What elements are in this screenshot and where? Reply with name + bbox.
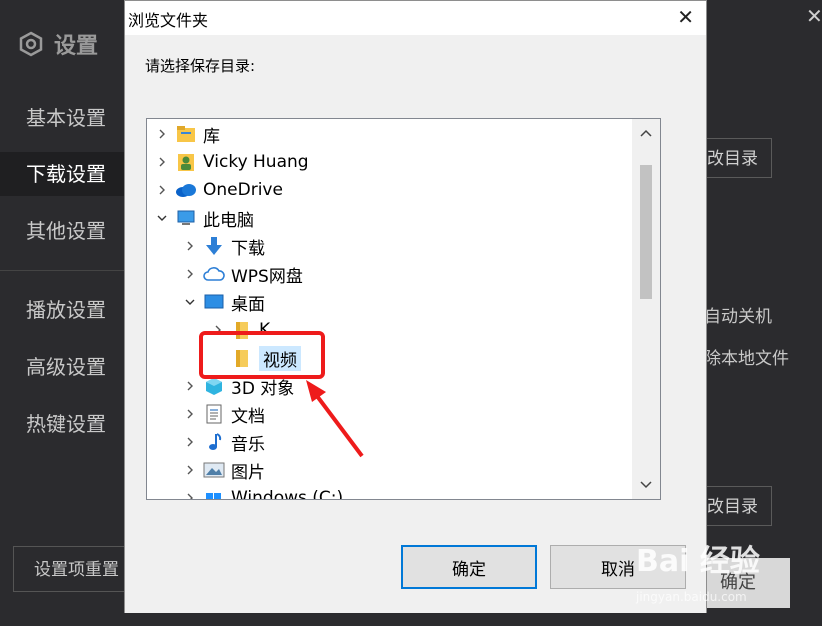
tree-item-label: 音乐 [231,434,265,455]
menu-item-hotkey[interactable]: 热键设置 [0,402,124,446]
menu-item-advanced[interactable]: 高级设置 [0,345,124,389]
menu-label: 其他设置 [26,219,106,243]
auto-shutdown-label: 自动关机 [704,307,772,327]
browse-folder-dialog: 浏览文件夹 ✕ 请选择保存目录: 库 Vicky Huang OneDrive [124,0,707,613]
tree-item-pictures[interactable]: 图片 [183,457,265,483]
chevron-right-icon[interactable] [183,435,197,449]
watermark-logo: Bai 经验 [636,544,760,579]
chevron-right-icon[interactable] [183,407,197,421]
tree-item-label: 文档 [231,406,265,427]
annotation-arrow-icon [306,380,364,458]
computer-icon [175,208,197,228]
scroll-up-icon[interactable] [632,119,660,147]
desktop-icon [203,292,225,312]
tree-item-label: 库 [203,126,220,147]
tree-item-label: 图片 [231,462,265,483]
cloud-icon [175,180,197,200]
picture-icon [203,460,225,480]
menu-item-download[interactable]: 下载设置 [0,152,124,196]
download-icon [203,236,225,256]
menu-item-basic[interactable]: 基本设置 [0,96,124,140]
tree-item-this-pc[interactable]: 此电脑 [155,205,254,231]
dialog-body: 请选择保存目录: 库 Vicky Huang OneDrive 此电脑 下载 W… [125,35,706,613]
dialog-prompt: 请选择保存目录: [145,57,256,75]
document-icon [203,404,225,424]
app-close-icon[interactable]: ✕ [806,6,822,26]
drive-icon [203,488,225,499]
chevron-right-icon[interactable] [183,267,197,281]
chevron-down-icon[interactable] [155,211,169,225]
tree-item-user[interactable]: Vicky Huang [155,149,309,175]
menu-label: 下载设置 [26,162,106,186]
tree-item-downloads[interactable]: 下载 [183,233,265,259]
chevron-right-icon[interactable] [155,183,169,197]
chevron-right-icon[interactable] [183,239,197,253]
tree-item-label: 下载 [231,238,265,259]
watermark-url: jingyan.baidu.com [636,590,747,604]
tree-item-music[interactable]: 音乐 [183,429,265,455]
folder-tree[interactable]: 库 Vicky Huang OneDrive 此电脑 下载 WPS网盘 桌面 K… [146,118,661,500]
tree-item-label: OneDrive [203,180,283,200]
dialog-title: 浏览文件夹 [128,11,209,30]
menu-label: 热键设置 [26,412,106,436]
tree-item-label: 桌面 [231,294,265,315]
menu-item-other[interactable]: 其他设置 [0,209,124,253]
tree-item-desktop[interactable]: 桌面 [183,289,265,315]
tree-item-wps-cloud[interactable]: WPS网盘 [183,261,303,287]
tree-item-drive-c[interactable]: Windows (C:) [183,485,344,500]
menu-label: 基本设置 [26,106,106,130]
ok-button[interactable]: 确定 [401,545,537,589]
chevron-down-icon[interactable] [183,295,197,309]
tree-item-documents[interactable]: 文档 [183,401,265,427]
scroll-thumb[interactable] [640,165,652,299]
tree-item-label: 此电脑 [203,210,254,231]
dialog-titlebar: 浏览文件夹 ✕ [125,1,706,35]
dialog-close-icon[interactable]: ✕ [677,5,694,29]
tree-item-label: Windows (C:) [231,488,344,500]
chevron-right-icon[interactable] [155,155,169,169]
app-title-text: 设置 [54,34,99,59]
tree-item-library[interactable]: 库 [155,121,220,147]
chevron-right-icon[interactable] [155,127,169,141]
cube-icon [203,376,225,396]
tree-item-label: Vicky Huang [203,152,309,172]
tree-item-onedrive[interactable]: OneDrive [155,177,283,203]
menu-item-playback[interactable]: 播放设置 [0,288,124,332]
tree-scrollbar[interactable] [632,119,660,499]
selection-highlight-box [199,331,325,379]
settings-hex-icon [19,31,43,57]
music-icon [203,432,225,452]
user-folder-icon [175,152,197,172]
menu-divider [0,270,124,271]
library-icon [175,124,197,144]
chevron-right-icon[interactable] [183,463,197,477]
tree-item-label: WPS网盘 [231,266,303,287]
menu-label: 播放设置 [26,298,106,322]
scroll-down-icon[interactable] [632,471,660,499]
cloud-outline-icon [203,264,225,284]
chevron-right-icon[interactable] [183,379,197,393]
chevron-right-icon[interactable] [183,491,197,499]
menu-label: 高级设置 [26,355,106,379]
delete-local-file-label: 除本地文件 [704,349,789,369]
app-title: 设置 [18,28,98,60]
